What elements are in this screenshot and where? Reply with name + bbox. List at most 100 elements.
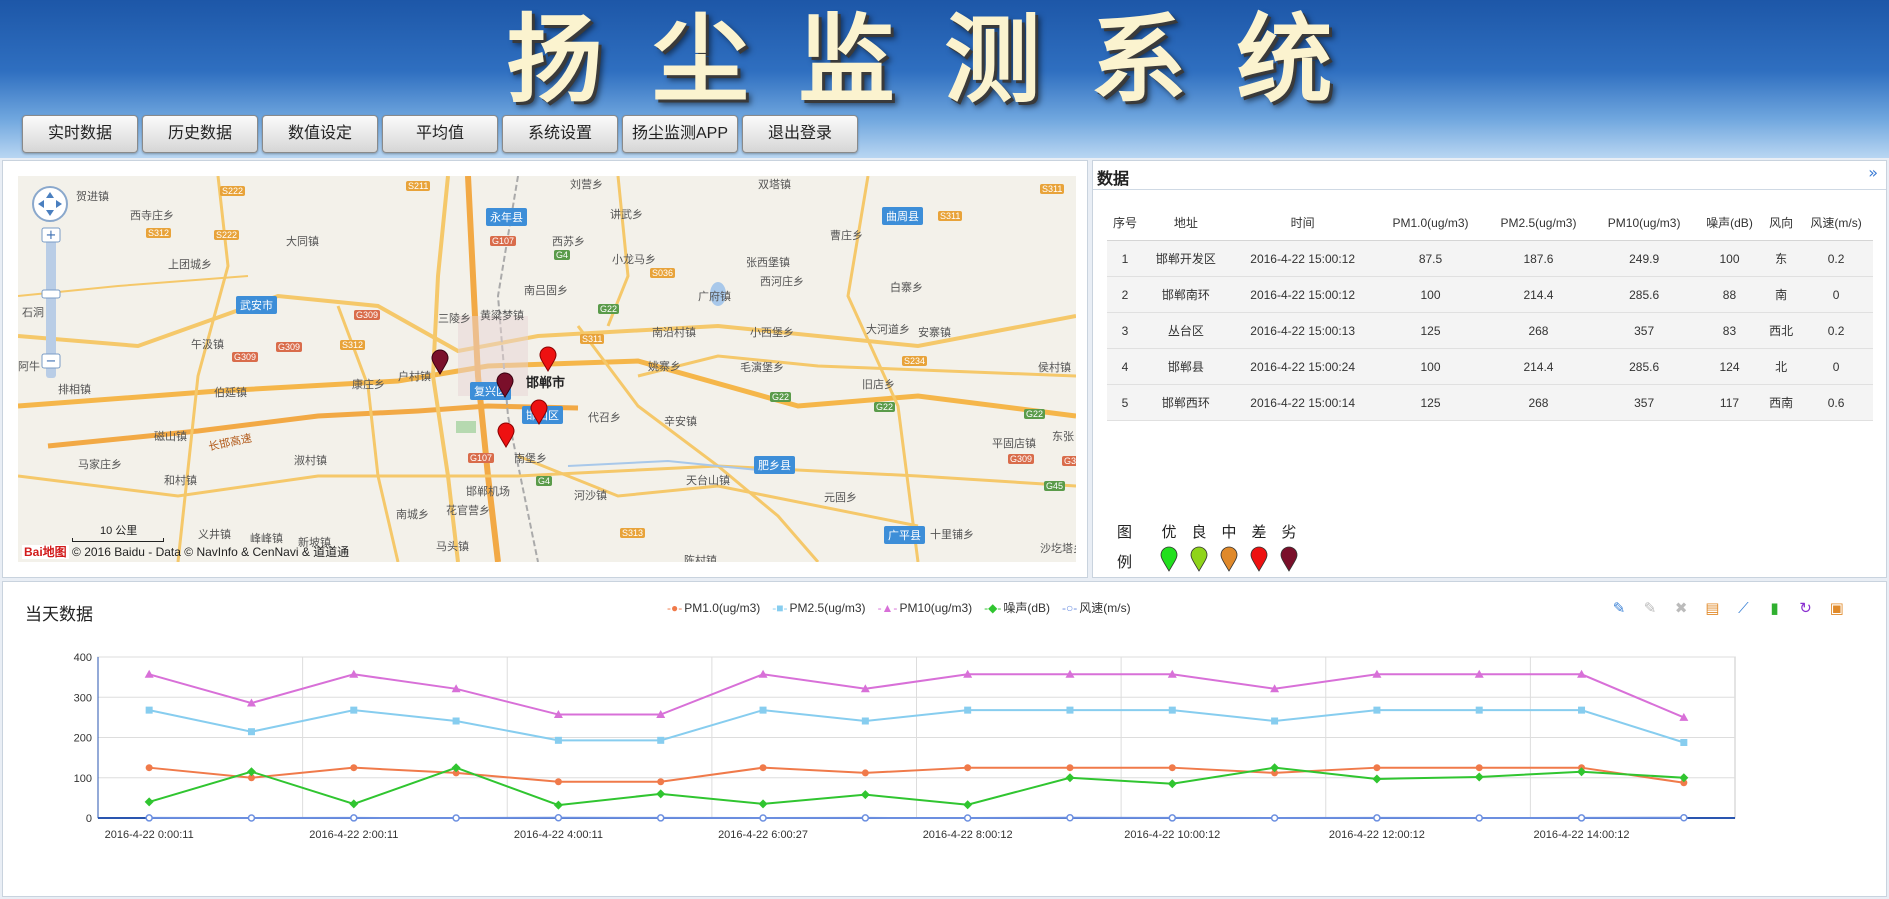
chart-legend-item[interactable]: -▲- PM10(ug/m3) [878,601,973,615]
map-place: 义井镇 [198,529,231,541]
table-cell: 2 [1107,276,1143,313]
bar-switch-icon[interactable]: ▮ [1764,598,1784,618]
data-point [350,814,358,822]
data-point [963,800,973,810]
nav-app-button[interactable]: 扬尘监测APP [622,115,738,153]
nav-logout-button[interactable]: 退出登录 [742,115,858,153]
map-city: 广平县 [884,526,925,544]
table-cell: 邯郸西环 [1142,384,1229,421]
map-place: 西寺庄乡 [130,210,174,222]
col-header: PM1.0(ug/m3) [1376,205,1485,241]
table-cell: 285.6 [1592,276,1696,313]
table-row[interactable]: 4 邯郸县 2016-4-22 15:00:24 100 214.4 285.6 124 北 0 [1107,348,1873,385]
table-row[interactable]: 1 邯郸开发区 2016-4-22 15:00:12 87.5 187.6 249.9 10… [1107,240,1873,277]
map-road-tag: S311 [1040,184,1065,194]
mark-icon[interactable]: ✎ [1609,598,1629,618]
line-switch-icon[interactable]: ⟋ [1733,598,1753,618]
monitor-marker-poor-icon[interactable] [431,349,449,375]
data-point [452,814,460,822]
legend-label-bottom: 例 [1117,553,1133,571]
data-point [1475,764,1483,772]
data-point [1475,706,1483,714]
table-row[interactable]: 2 邯郸南环 2016-4-22 15:00:12 100 214.4 285.6 88 南 0 [1107,276,1873,313]
table-cell: 357 [1592,384,1696,421]
mark-undo-icon[interactable]: ✎ [1640,598,1660,618]
data-point [554,814,563,822]
collapse-icon[interactable]: » [1868,163,1878,182]
table-cell: 87.5 [1376,240,1485,277]
map-place: 旧店乡 [862,379,895,391]
table-cell: 1 [1107,240,1143,277]
data-point [1578,706,1586,714]
monitor-marker-bad-icon[interactable] [497,422,515,448]
y-tick-label: 400 [74,652,92,664]
table-cell: 2016-4-22 15:00:12 [1228,240,1377,277]
data-point [861,769,869,777]
data-point [1372,774,1382,784]
map-road-tag: G22 [598,304,620,314]
divider [1093,189,1886,190]
svg-text:−: − [46,354,57,369]
data-point [144,669,154,678]
table-cell: 187.6 [1484,240,1593,277]
x-tick-label: 2016-4-22 10:00:12 [1124,829,1220,841]
table-cell: 北 [1763,348,1800,385]
chart-legend-item[interactable]: -●- PM1.0(ug/m3) [667,601,760,615]
map-road-tag: G107 [468,453,495,463]
chart-legend-label: 噪声(dB) [1003,601,1051,615]
legend-level: 优 [1157,521,1181,576]
map-place: 代召乡 [588,412,621,424]
data-point [1577,814,1586,822]
chart-legend: -●- PM1.0(ug/m3) -■- PM2.5(ug/m3) -▲- PM10(ug… [667,599,1143,616]
legend-marker-icon [1250,546,1268,572]
data-point [553,800,563,810]
data-point [1474,772,1484,782]
map-place: 阿牛 [18,361,40,373]
chart-legend-item[interactable]: -◆- 噪声(dB) [984,599,1050,616]
map-place: 安寨镇 [918,327,951,339]
data-point [1270,814,1279,822]
data-point [1475,814,1483,822]
nav-average-button[interactable]: 平均值 [382,115,498,153]
nav-settings-button[interactable]: 系统设置 [502,115,618,153]
map-city: 武安市 [236,296,277,314]
data-point [657,778,665,786]
table-cell: 西南 [1763,384,1800,421]
chart-legend-item[interactable]: -■- PM2.5(ug/m3) [772,601,865,615]
data-view-icon[interactable]: ▤ [1702,598,1722,618]
x-tick-label: 2016-4-22 0:00:11 [105,829,194,841]
data-point [554,778,562,786]
map-scale-label: 10 公里 [100,525,138,537]
table-row[interactable]: 3 丛台区 2016-4-22 15:00:13 125 268 357 83 西北 0.2 [1107,312,1873,349]
table-cell: 邯郸县 [1142,348,1229,385]
data-panel: 数据 » 序号 地址 时间 PM1.0(ug/m3) PM2.5(ug/m3) … [1092,160,1887,578]
baidu-logo[interactable]: Bai地图 [22,545,69,559]
map-place: 刘营乡 [570,179,603,191]
map-place: 小龙马乡 [612,254,656,266]
data-point [656,814,665,822]
nav-history-button[interactable]: 历史数据 [142,115,258,153]
baidu-map[interactable]: + − 贺进镇 西寺庄乡 大同镇 上团城乡 午汲镇 伯延镇 排相镇 磁山镇 马家… [18,176,1076,562]
map-road-tag: S313 [620,528,646,538]
save-image-icon[interactable]: ▣ [1827,598,1847,618]
nav-threshold-button[interactable]: 数值设定 [262,115,378,153]
map-place: 南吕固乡 [524,285,568,297]
monitor-marker-poor-icon[interactable] [496,372,514,398]
monitor-marker-bad-icon[interactable] [530,399,548,425]
table-cell: 4 [1107,348,1143,385]
data-point [350,764,358,772]
chart-title: 当天数据 [25,605,93,625]
data-point [452,717,460,725]
nav-realtime-button[interactable]: 实时数据 [22,115,138,153]
col-header: 地址 [1142,205,1229,241]
map-place: 邯郸机场 [466,486,510,498]
map-place: 排相镇 [58,384,91,396]
table-cell: 100 [1695,240,1764,277]
monitor-marker-bad-icon[interactable] [539,346,557,372]
table-cell: 214.4 [1484,348,1593,385]
mark-clear-icon[interactable]: ✖ [1671,598,1691,618]
map-road-tag: S222 [220,186,246,196]
restore-icon[interactable]: ↻ [1796,598,1816,618]
chart-legend-item[interactable]: -○- 风速(m/s) [1062,599,1131,616]
table-row[interactable]: 5 邯郸西环 2016-4-22 15:00:14 125 268 357 117 西南 0.6 [1107,384,1873,421]
